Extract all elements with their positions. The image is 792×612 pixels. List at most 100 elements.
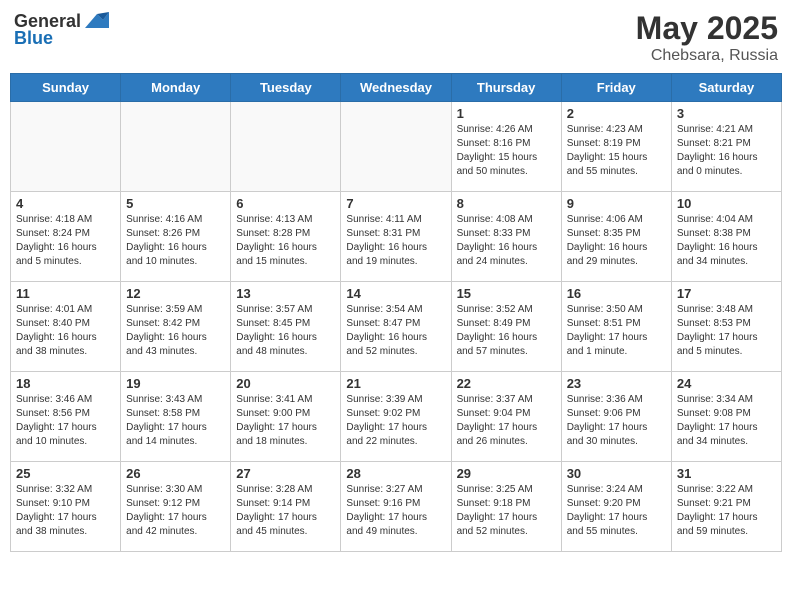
day-info: Sunrise: 3:34 AM Sunset: 9:08 PM Dayligh…: [677, 393, 776, 449]
day-info: Sunrise: 4:01 AM Sunset: 8:40 PM Dayligh…: [16, 303, 115, 359]
day-info: Sunrise: 3:48 AM Sunset: 8:53 PM Dayligh…: [677, 303, 776, 359]
day-info: Sunrise: 3:22 AM Sunset: 9:21 PM Dayligh…: [677, 483, 776, 539]
weekday-header-thursday: Thursday: [451, 74, 561, 102]
day-info: Sunrise: 3:54 AM Sunset: 8:47 PM Dayligh…: [346, 303, 445, 359]
calendar-cell: [121, 102, 231, 192]
day-number: 3: [677, 106, 776, 121]
calendar-cell: 25 Sunrise: 3:32 AM Sunset: 9:10 PM Dayli…: [11, 462, 121, 552]
day-number: 15: [457, 286, 556, 301]
calendar-cell: 6Sunrise: 4:13 AM Sunset: 8:28 PM Daylig…: [231, 192, 341, 282]
day-number: 20: [236, 376, 335, 391]
day-info: Sunrise: 3:46 AM Sunset: 8:56 PM Dayligh…: [16, 393, 115, 449]
day-info: Sunrise: 4:11 AM Sunset: 8:31 PM Dayligh…: [346, 213, 445, 269]
day-number: 30: [567, 466, 666, 481]
day-info: Sunrise: 4:26 AM Sunset: 8:16 PM Dayligh…: [457, 123, 556, 179]
day-info: Sunrise: 3:52 AM Sunset: 8:49 PM Dayligh…: [457, 303, 556, 359]
day-number: 4: [16, 196, 115, 211]
calendar-cell: 8 Sunrise: 4:08 AM Sunset: 8:33 PM Daylig…: [451, 192, 561, 282]
day-number: 31: [677, 466, 776, 481]
weekday-header-sunday: Sunday: [11, 74, 121, 102]
day-info: Sunrise: 3:59 AM Sunset: 8:42 PM Dayligh…: [126, 303, 225, 359]
page-header: General Blue May 2025 Chebsara, Russia: [10, 10, 782, 65]
day-info: Sunrise: 4:23 AM Sunset: 8:19 PM Dayligh…: [567, 123, 666, 179]
calendar-cell: 26 Sunrise: 3:30 AM Sunset: 9:12 PM Dayli…: [121, 462, 231, 552]
logo-bird-icon: [83, 10, 109, 32]
calendar-cell: 1 Sunrise: 4:26 AM Sunset: 8:16 PM Daylig…: [451, 102, 561, 192]
day-info: Sunrise: 3:30 AM Sunset: 9:12 PM Dayligh…: [126, 483, 225, 539]
day-info: Sunrise: 3:50 AM Sunset: 8:51 PM Dayligh…: [567, 303, 666, 359]
calendar-cell: 13 Sunrise: 3:57 AM Sunset: 8:45 PM Dayli…: [231, 282, 341, 372]
logo: General Blue: [14, 10, 109, 49]
day-number: 8: [457, 196, 556, 211]
day-number: 6: [236, 196, 335, 211]
day-number: 25: [16, 466, 115, 481]
day-number: 5: [126, 196, 225, 211]
day-info: Sunrise: 3:43 AM Sunset: 8:58 PM Dayligh…: [126, 393, 225, 449]
day-number: 28: [346, 466, 445, 481]
calendar-cell: 19 Sunrise: 3:43 AM Sunset: 8:58 PM Dayli…: [121, 372, 231, 462]
day-number: 14: [346, 286, 445, 301]
day-number: 1: [457, 106, 556, 121]
day-number: 19: [126, 376, 225, 391]
day-number: 12: [126, 286, 225, 301]
day-number: 24: [677, 376, 776, 391]
day-info: Sunrise: 3:37 AM Sunset: 9:04 PM Dayligh…: [457, 393, 556, 449]
title-block: May 2025 Chebsara, Russia: [636, 10, 778, 65]
day-info: Sunrise: 3:25 AM Sunset: 9:18 PM Dayligh…: [457, 483, 556, 539]
day-info: Sunrise: 3:57 AM Sunset: 8:45 PM Dayligh…: [236, 303, 335, 359]
title-month: May 2025: [636, 10, 778, 47]
calendar-cell: 24 Sunrise: 3:34 AM Sunset: 9:08 PM Dayli…: [671, 372, 781, 462]
calendar-cell: [11, 102, 121, 192]
weekday-header-wednesday: Wednesday: [341, 74, 451, 102]
day-info: Sunrise: 3:27 AM Sunset: 9:16 PM Dayligh…: [346, 483, 445, 539]
calendar-cell: 10 Sunrise: 4:04 AM Sunset: 8:38 PM Dayli…: [671, 192, 781, 282]
day-number: 21: [346, 376, 445, 391]
calendar-cell: 23 Sunrise: 3:36 AM Sunset: 9:06 PM Dayli…: [561, 372, 671, 462]
calendar-table: SundayMondayTuesdayWednesdayThursdayFrid…: [10, 73, 782, 552]
calendar-cell: 27Sunrise: 3:28 AM Sunset: 9:14 PM Dayli…: [231, 462, 341, 552]
day-info: Sunrise: 3:36 AM Sunset: 9:06 PM Dayligh…: [567, 393, 666, 449]
day-info: Sunrise: 3:28 AM Sunset: 9:14 PM Dayligh…: [236, 483, 335, 539]
weekday-header-tuesday: Tuesday: [231, 74, 341, 102]
calendar-cell: 31 Sunrise: 3:22 AM Sunset: 9:21 PM Dayli…: [671, 462, 781, 552]
calendar-cell: [231, 102, 341, 192]
calendar-cell: 3Sunrise: 4:21 AM Sunset: 8:21 PM Daylig…: [671, 102, 781, 192]
calendar-cell: 15 Sunrise: 3:52 AM Sunset: 8:49 PM Dayli…: [451, 282, 561, 372]
day-info: Sunrise: 4:16 AM Sunset: 8:26 PM Dayligh…: [126, 213, 225, 269]
calendar-cell: 16 Sunrise: 3:50 AM Sunset: 8:51 PM Dayli…: [561, 282, 671, 372]
day-number: 16: [567, 286, 666, 301]
calendar-cell: 28 Sunrise: 3:27 AM Sunset: 9:16 PM Dayli…: [341, 462, 451, 552]
calendar-cell: 5 Sunrise: 4:16 AM Sunset: 8:26 PM Daylig…: [121, 192, 231, 282]
calendar-cell: 2 Sunrise: 4:23 AM Sunset: 8:19 PM Daylig…: [561, 102, 671, 192]
day-number: 22: [457, 376, 556, 391]
calendar-cell: 14 Sunrise: 3:54 AM Sunset: 8:47 PM Dayli…: [341, 282, 451, 372]
day-info: Sunrise: 3:39 AM Sunset: 9:02 PM Dayligh…: [346, 393, 445, 449]
day-number: 11: [16, 286, 115, 301]
day-number: 2: [567, 106, 666, 121]
day-info: Sunrise: 4:06 AM Sunset: 8:35 PM Dayligh…: [567, 213, 666, 269]
calendar-cell: 12 Sunrise: 3:59 AM Sunset: 8:42 PM Dayli…: [121, 282, 231, 372]
day-info: Sunrise: 3:41 AM Sunset: 9:00 PM Dayligh…: [236, 393, 335, 449]
day-number: 23: [567, 376, 666, 391]
calendar-cell: 7 Sunrise: 4:11 AM Sunset: 8:31 PM Daylig…: [341, 192, 451, 282]
day-number: 7: [346, 196, 445, 211]
day-info: Sunrise: 4:18 AM Sunset: 8:24 PM Dayligh…: [16, 213, 115, 269]
calendar-cell: 20 Sunrise: 3:41 AM Sunset: 9:00 PM Dayli…: [231, 372, 341, 462]
day-number: 13: [236, 286, 335, 301]
day-number: 18: [16, 376, 115, 391]
day-number: 26: [126, 466, 225, 481]
day-number: 9: [567, 196, 666, 211]
day-info: Sunrise: 4:08 AM Sunset: 8:33 PM Dayligh…: [457, 213, 556, 269]
weekday-header-friday: Friday: [561, 74, 671, 102]
day-info: Sunrise: 3:24 AM Sunset: 9:20 PM Dayligh…: [567, 483, 666, 539]
calendar-cell: 11 Sunrise: 4:01 AM Sunset: 8:40 PM Dayli…: [11, 282, 121, 372]
calendar-cell: 18 Sunrise: 3:46 AM Sunset: 8:56 PM Dayli…: [11, 372, 121, 462]
day-number: 17: [677, 286, 776, 301]
day-info: Sunrise: 4:04 AM Sunset: 8:38 PM Dayligh…: [677, 213, 776, 269]
day-number: 10: [677, 196, 776, 211]
weekday-header-monday: Monday: [121, 74, 231, 102]
weekday-header-saturday: Saturday: [671, 74, 781, 102]
title-location: Chebsara, Russia: [636, 47, 778, 65]
day-info: Sunrise: 3:32 AM Sunset: 9:10 PM Dayligh…: [16, 483, 115, 539]
calendar-cell: 21 Sunrise: 3:39 AM Sunset: 9:02 PM Dayli…: [341, 372, 451, 462]
